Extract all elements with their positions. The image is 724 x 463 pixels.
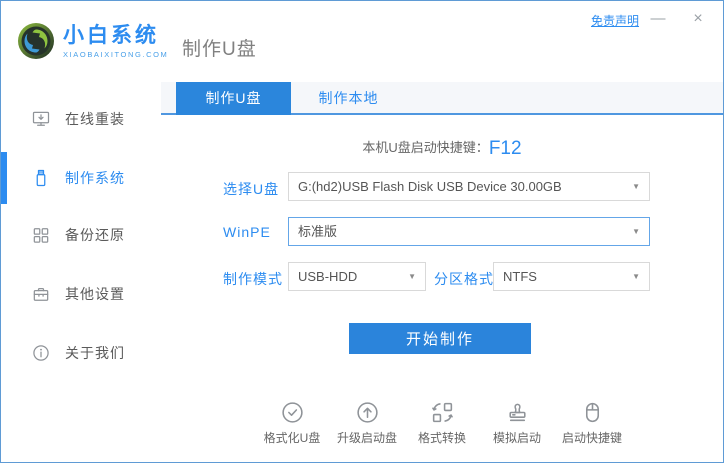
backup-grid-icon — [31, 225, 51, 245]
sidebar-item-about-us[interactable]: 关于我们 — [1, 327, 161, 379]
tool-label: 升级启动盘 — [336, 431, 397, 445]
winpe-label: WinPE — [223, 224, 271, 240]
sidebar-item-other-settings[interactable]: 其他设置 — [1, 268, 161, 320]
winpe-value: 标准版 — [298, 224, 338, 239]
make-mode-dropdown[interactable]: USB-HDD ▼ — [288, 262, 426, 291]
app-window: 小白系统 XIAOBAIXITONG.COM 制作U盘 免责声明 — × 在线重… — [0, 0, 724, 463]
partition-format-dropdown[interactable]: NTFS ▼ — [493, 262, 650, 291]
tab-bar: 制作U盘 制作本地 — [161, 82, 723, 115]
sidebar-item-label: 其他设置 — [65, 286, 125, 302]
logo-swirl-icon — [18, 23, 54, 59]
page-title: 制作U盘 — [182, 39, 257, 60]
chevron-down-icon: ▼ — [632, 272, 640, 281]
format-convert-icon — [431, 402, 453, 423]
chevron-down-icon: ▼ — [632, 227, 640, 236]
minimize-button[interactable]: — — [647, 9, 669, 29]
brand-name: 小白系统 — [63, 23, 159, 47]
tab-make-usb[interactable]: 制作U盘 — [176, 82, 291, 115]
hotkey-value: F12 — [488, 138, 522, 159]
monitor-reinstall-icon — [31, 109, 51, 129]
tool-label: 启动快捷键 — [561, 431, 622, 445]
sidebar-item-label: 在线重装 — [65, 111, 125, 127]
partition-format-value: NTFS — [503, 269, 537, 284]
brand-domain: XIAOBAIXITONG.COM — [63, 49, 169, 59]
boot-hotkey-line: 本机U盘启动快捷键：F12 — [161, 137, 723, 160]
chevron-down-icon: ▼ — [408, 272, 416, 281]
boot-hotkey-icon — [585, 402, 599, 423]
usb-select-dropdown[interactable]: G:(hd2)USB Flash Disk USB Device 30.00GB… — [288, 172, 650, 201]
usb-drive-icon — [31, 168, 51, 188]
tool-boot-hotkey[interactable]: 启动快捷键 — [559, 400, 625, 446]
upgrade-boot-icon — [356, 402, 378, 423]
start-make-button[interactable]: 开始制作 — [349, 323, 531, 354]
format-usb-icon — [281, 402, 303, 423]
tool-simulate-boot[interactable]: 模拟启动 — [484, 400, 550, 446]
usb-select-value: G:(hd2)USB Flash Disk USB Device 30.00GB — [298, 179, 562, 194]
footer-toolbar: 格式化U盘 升级启动盘 格式转换 模拟启动 启动快捷键 — [161, 400, 723, 446]
tool-upgrade-boot[interactable]: 升级启动盘 — [334, 400, 400, 446]
tool-label: 模拟启动 — [492, 431, 541, 445]
tool-format-convert[interactable]: 格式转换 — [409, 400, 475, 446]
hotkey-label: 本机U盘启动快捷键： — [362, 140, 489, 155]
sidebar-item-label: 制作系统 — [65, 170, 125, 186]
winpe-dropdown[interactable]: 标准版 ▼ — [288, 217, 650, 246]
make-mode-label: 制作模式 — [223, 271, 283, 287]
simulate-boot-icon — [508, 403, 526, 422]
partition-format-label: 分区格式 — [434, 271, 494, 287]
info-icon — [31, 343, 51, 363]
sidebar-item-label: 备份还原 — [65, 227, 125, 243]
make-mode-value: USB-HDD — [298, 269, 358, 284]
toolbox-icon — [31, 284, 51, 304]
usb-select-label: 选择U盘 — [223, 181, 280, 197]
sidebar-item-make-system[interactable]: 制作系统 — [1, 152, 161, 204]
tab-make-local[interactable]: 制作本地 — [291, 82, 406, 115]
sidebar-item-backup-restore[interactable]: 备份还原 — [1, 209, 161, 261]
tool-label: 格式转换 — [417, 431, 466, 445]
app-logo: 小白系统 XIAOBAIXITONG.COM — [17, 22, 168, 60]
sidebar-item-label: 关于我们 — [65, 345, 125, 361]
tool-format-usb[interactable]: 格式化U盘 — [259, 400, 325, 446]
close-button[interactable]: × — [687, 9, 709, 29]
sidebar-item-online-reinstall[interactable]: 在线重装 — [1, 93, 161, 145]
chevron-down-icon: ▼ — [632, 182, 640, 191]
disclaimer-link[interactable]: 免责声明 — [591, 12, 639, 29]
tool-label: 格式化U盘 — [263, 431, 321, 445]
